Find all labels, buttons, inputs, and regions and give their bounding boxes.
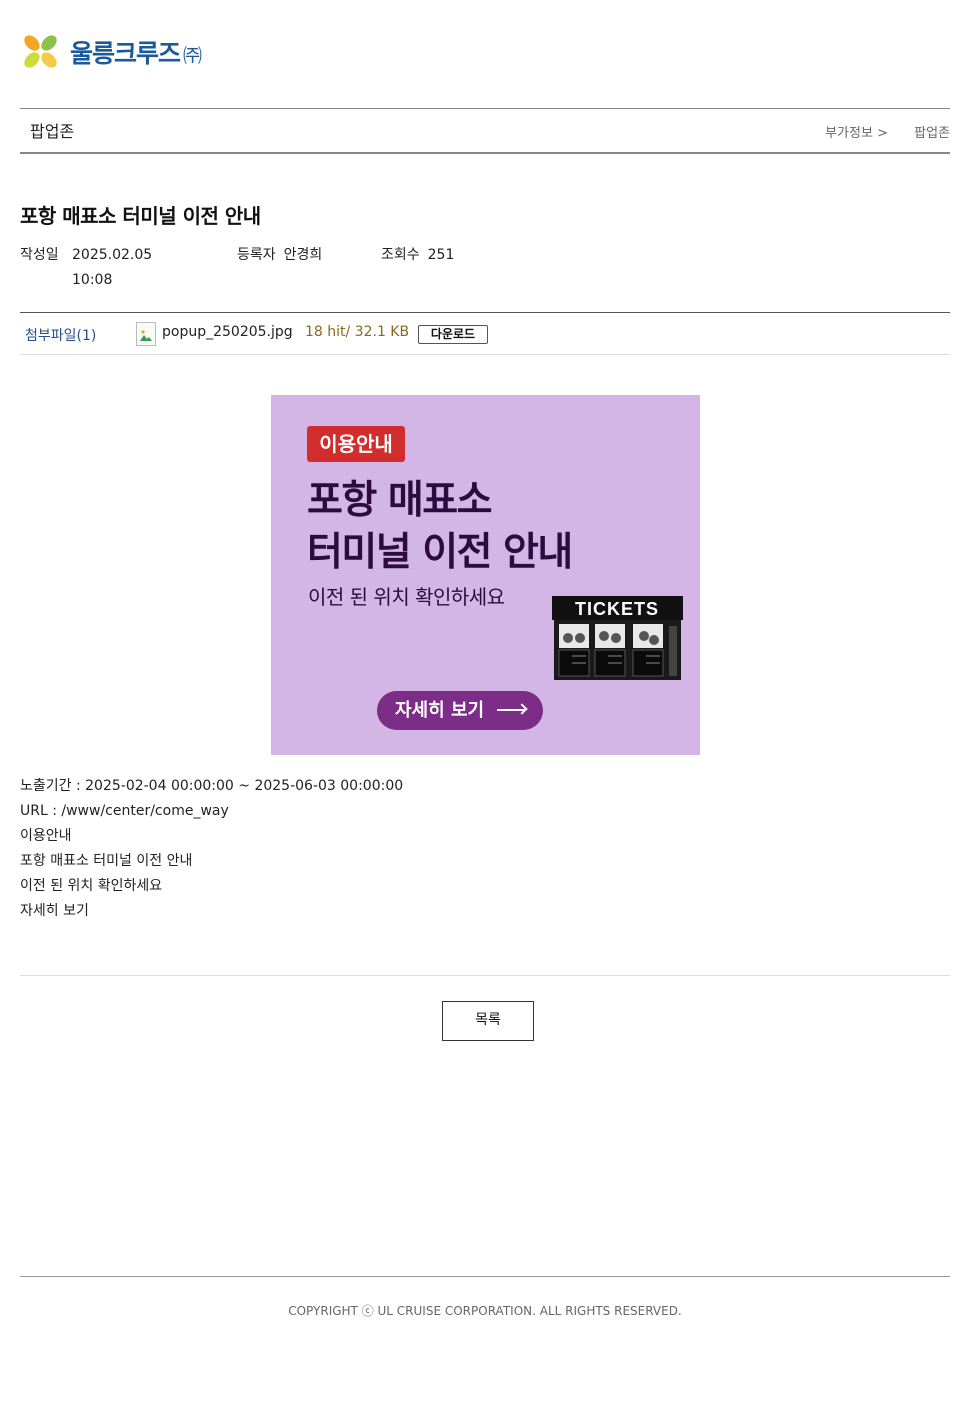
attachment-file-link[interactable]: popup_250205.jpg (162, 324, 293, 340)
footer-divider (20, 1276, 950, 1277)
attachment-file-info: 18 hit/ 32.1 KB (305, 324, 410, 340)
footer-copyright: COPYRIGHT ⓒ UL CRUISE CORPORATION. ALL R… (288, 1304, 682, 1318)
body-line-url: URL : /www/center/come_way (20, 803, 229, 819)
banner-headline: 포항 매표소 터미널 이전 안내 (307, 475, 573, 579)
breadcrumb-item-popup-zone[interactable]: 팝업존 (914, 126, 950, 141)
banner-detail-button: 자세히 보기 (377, 691, 543, 730)
post-body: 노출기간 : 2025-02-04 00:00:00 ~ 2025-06-03 … (20, 774, 403, 924)
download-button[interactable]: 다운로드 (418, 325, 488, 344)
logo-text: 울릉크루즈 ㈜ (70, 39, 202, 68)
section-title: 팝업존 (30, 122, 75, 141)
site-logo[interactable]: 울릉크루즈 ㈜ (20, 30, 202, 74)
author-label: 등록자 (237, 247, 276, 263)
section-header: 팝업존 부가정보 > 팝업존 (20, 108, 950, 154)
ticket-booth-illustration: TICKETS (552, 596, 683, 680)
views-label: 조회수 (381, 247, 420, 263)
attachment-label: 첨부파일(1) (25, 328, 97, 344)
body-line-subtitle: 이전 된 위치 확인하세요 (20, 878, 163, 894)
views-value: 251 (427, 247, 455, 263)
views-meta: 조회수 251 (381, 243, 454, 268)
body-line-badge: 이용안내 (20, 828, 72, 844)
image-file-icon (136, 322, 156, 346)
list-button[interactable]: 목록 (442, 1001, 534, 1041)
banner-headline-line-1: 포항 매표소 (307, 478, 492, 523)
banner-badge: 이용안내 (307, 426, 405, 462)
attachment-row: 첨부파일(1) popup_250205.jpg 18 hit/ 32.1 KB… (20, 312, 950, 355)
popup-banner-image: 이용안내 포항 매표소 터미널 이전 안내 이전 된 위치 확인하세요 TICK… (271, 395, 700, 755)
content-divider (20, 975, 950, 976)
body-line-headline: 포항 매표소 터미널 이전 안내 (20, 853, 193, 869)
date-label: 작성일 (20, 247, 59, 263)
arrow-right-icon (497, 709, 525, 711)
body-line-exposure-period: 노출기간 : 2025-02-04 00:00:00 ~ 2025-06-03 … (20, 778, 404, 794)
breadcrumb: 부가정보 > 팝업존 (825, 122, 950, 141)
banner-cta-label: 자세히 보기 (395, 700, 485, 721)
post-title: 포항 매표소 터미널 이전 안내 (20, 204, 261, 228)
banner-subtitle: 이전 된 위치 확인하세요 (308, 585, 505, 609)
body-line-cta: 자세히 보기 (20, 903, 89, 919)
clover-logo-icon (20, 31, 62, 73)
tickets-sign-text: TICKETS (575, 599, 659, 619)
author-meta: 등록자 안경희 (237, 243, 322, 268)
author-value: 안경희 (283, 247, 323, 263)
breadcrumb-item-extra-info[interactable]: 부가정보 > (825, 126, 888, 141)
banner-headline-line-2: 터미널 이전 안내 (307, 530, 573, 575)
date-value: 2025.02.05 10:08 (72, 247, 153, 288)
